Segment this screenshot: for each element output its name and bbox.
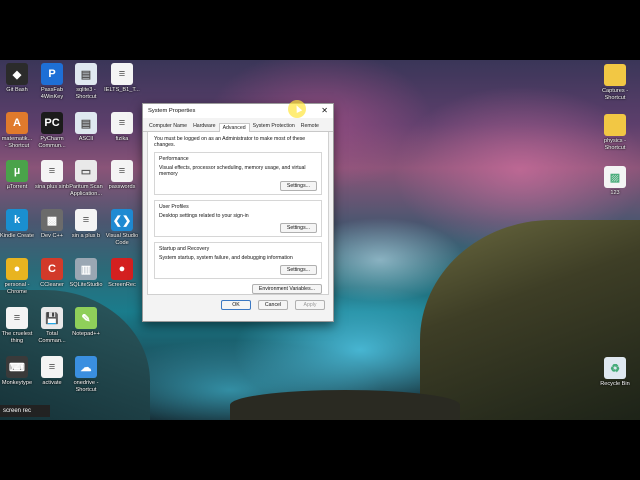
pdf-icon: A xyxy=(6,112,28,134)
startup-recovery-settings-button[interactable]: Settings... xyxy=(279,265,317,275)
environment-variables-row: Environment Variables... xyxy=(154,284,322,294)
apply-button[interactable]: Apply xyxy=(295,300,325,310)
wallpaper-cliff-right xyxy=(420,220,640,420)
user-profiles-title: User Profiles xyxy=(159,204,189,210)
close-icon[interactable]: ✕ xyxy=(321,107,328,115)
scanner-icon: ▭ xyxy=(75,160,97,182)
cancel-button[interactable]: Cancel xyxy=(258,300,288,310)
desktop-shortcut-label: ScreenRec xyxy=(108,282,136,288)
desktop-shortcut-label: Visual Studio Code xyxy=(105,233,139,246)
desktop-shortcut-label: passwords xyxy=(108,184,136,190)
watermark-text: screen rec xyxy=(3,408,32,414)
monkeytype-icon: ⌨ xyxy=(6,356,28,378)
tab-computer-name[interactable]: Computer Name xyxy=(146,122,190,131)
dialog-footer: OK Cancel Apply xyxy=(143,295,333,310)
passfab-icon: P xyxy=(41,63,63,85)
total-commander-icon: 💾 xyxy=(41,307,63,329)
tab-advanced[interactable]: Advanced xyxy=(218,123,250,132)
screenrec-icon: ● xyxy=(111,258,133,280)
sqlite-icon: ▤ xyxy=(75,63,97,85)
dialog-title: System Properties xyxy=(148,108,196,114)
startup-recovery-group: Startup and Recovery System startup, sys… xyxy=(154,242,322,279)
git-bash-icon: ◆ xyxy=(6,63,28,85)
cursor-highlight xyxy=(288,100,306,118)
desktop-shortcut[interactable]: ☁ onedrive - Shortcut xyxy=(63,356,109,393)
chrome-icon: ● xyxy=(6,258,28,280)
screenrec-watermark: screen rec xyxy=(0,405,50,417)
image-file-icon: ▨ xyxy=(604,166,626,188)
tab-system-protection[interactable]: System Protection xyxy=(250,122,298,131)
sqlitestudio-icon: ▥ xyxy=(75,258,97,280)
desktop-shortcut[interactable]: ≡ passwords xyxy=(99,160,145,191)
user-profiles-group: User Profiles Desktop settings related t… xyxy=(154,200,322,237)
desktop-shortcut[interactable]: ≡ IELTS_B1_T... xyxy=(99,63,145,94)
environment-variables-button[interactable]: Environment Variables... xyxy=(251,284,322,294)
desktop-shortcut-label: IELTS_B1_T... xyxy=(104,87,140,93)
desktop-shortcut[interactable]: ≡ fizika xyxy=(99,112,145,143)
desktop-shortcut-label: physics - Shortcut xyxy=(603,138,627,151)
performance-settings-button[interactable]: Settings... xyxy=(279,181,317,191)
desktop-shortcut[interactable]: ❮❯ Visual Studio Code xyxy=(99,209,145,246)
document-icon: ≡ xyxy=(111,160,133,182)
utorrent-icon: µ xyxy=(6,160,28,182)
folder-icon xyxy=(604,64,626,86)
kindle-icon: k xyxy=(6,209,28,231)
document-icon: ≡ xyxy=(41,160,63,182)
performance-title: Performance xyxy=(159,156,189,162)
document-icon: ≡ xyxy=(6,307,28,329)
wallpaper-rock xyxy=(230,390,460,420)
desktop-shortcut[interactable]: ● ScreenRec xyxy=(99,258,145,289)
onedrive-icon: ☁ xyxy=(75,356,97,378)
document-icon: ≡ xyxy=(111,112,133,134)
performance-group: Performance Visual effects, processor sc… xyxy=(154,152,322,195)
dialog-tabs: Computer Name Hardware Advanced System P… xyxy=(143,118,333,132)
startup-recovery-description: System startup, system failure, and debu… xyxy=(159,255,293,261)
performance-description: Visual effects, processor scheduling, me… xyxy=(159,165,306,177)
mouse-pointer-icon xyxy=(293,104,303,113)
desktop-shortcut[interactable]: Captures - Shortcut xyxy=(592,64,638,101)
ok-button[interactable]: OK xyxy=(221,300,251,310)
tab-hardware[interactable]: Hardware xyxy=(190,122,219,131)
desktop-shortcut-label: Notepad++ xyxy=(72,331,100,337)
document-icon: ≡ xyxy=(111,63,133,85)
advanced-tab-panel: You must be logged on as an Administrato… xyxy=(147,132,329,295)
desktop-shortcut-label: fizika xyxy=(115,136,129,142)
user-profiles-description: Desktop settings related to your sign-in xyxy=(159,213,249,219)
desktop-shortcut[interactable]: ▨ 123 xyxy=(592,166,638,197)
vscode-icon: ❮❯ xyxy=(111,209,133,231)
startup-recovery-title: Startup and Recovery xyxy=(159,246,210,252)
desktop-shortcut[interactable]: ♻ Recycle Bin xyxy=(592,357,638,388)
user-profiles-settings-button[interactable]: Settings... xyxy=(279,223,317,233)
pycharm-icon: PC xyxy=(41,112,63,134)
desktop-shortcut-label: 123 xyxy=(610,190,620,196)
desktop-shortcut-label: Recycle Bin xyxy=(600,381,630,387)
document-icon: ≡ xyxy=(75,209,97,231)
desktop-shortcut[interactable]: ✎ Notepad++ xyxy=(63,307,109,338)
desktop-shortcut[interactable]: physics - Shortcut xyxy=(592,114,638,151)
desktop-shortcut-label: onedrive - Shortcut xyxy=(73,380,99,393)
desktop-shortcut-label: Captures - Shortcut xyxy=(601,88,629,101)
system-properties-dialog: System Properties ✕ Computer Name Hardwa… xyxy=(142,103,334,322)
admin-note: You must be logged on as an Administrato… xyxy=(154,136,306,148)
tab-remote[interactable]: Remote xyxy=(298,122,322,131)
ascii-icon: ▤ xyxy=(75,112,97,134)
notepadpp-icon: ✎ xyxy=(75,307,97,329)
recycle-bin-icon: ♻ xyxy=(604,357,626,379)
devcpp-icon: ▩ xyxy=(41,209,63,231)
ccleaner-icon: C xyxy=(41,258,63,280)
document-icon: ≡ xyxy=(41,356,63,378)
folder-icon xyxy=(604,114,626,136)
